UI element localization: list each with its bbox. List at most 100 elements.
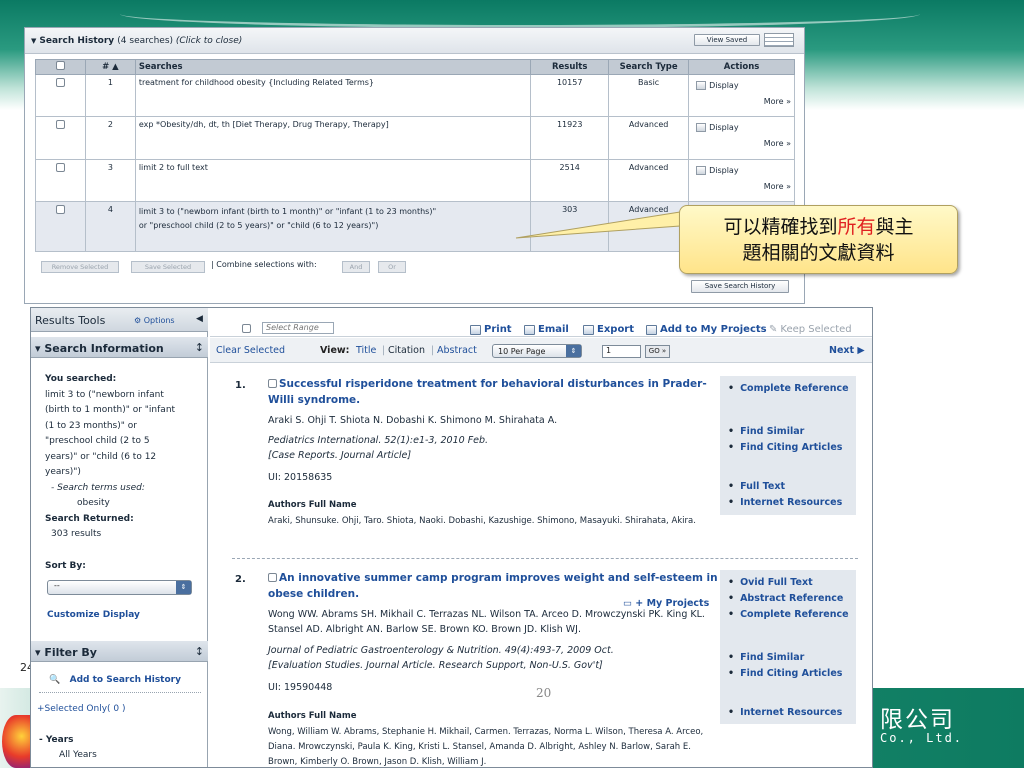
more-link[interactable]: More »: [692, 97, 791, 106]
email-button[interactable]: Email: [524, 324, 569, 335]
search-history-title[interactable]: ▼ Search History (4 searches) (Click to c…: [31, 36, 242, 46]
sort-by-label: Sort By:: [45, 561, 86, 571]
header-wave: [120, 0, 920, 28]
complete-reference-link[interactable]: Complete Reference: [728, 609, 849, 620]
row-query: exp *Obesity/dh, dt, th [Diet Therapy, D…: [134, 116, 532, 160]
find-similar-link[interactable]: Find Similar: [728, 652, 804, 663]
more-link[interactable]: More »: [692, 182, 791, 191]
returned-count: 303 results: [51, 529, 102, 539]
col-searches: Searches: [134, 59, 532, 75]
search-information-header[interactable]: ▾ Search Information ↕: [31, 337, 208, 358]
save-search-history-button[interactable]: Save Search History: [691, 280, 789, 293]
sort-by-select[interactable]: -- ⇕: [47, 580, 192, 595]
years-filter-header[interactable]: - Years: [39, 733, 74, 749]
results-tools-header: Results Tools ⚙ Options ◀: [31, 308, 208, 332]
select-range-input[interactable]: Select Range: [262, 322, 334, 334]
go-button[interactable]: GO »: [645, 345, 670, 358]
results-panel: Results Tools ⚙ Options ◀ ▾ Search Infor…: [30, 307, 873, 768]
result-checkbox[interactable]: [268, 379, 277, 388]
collapse-sidebar-icon[interactable]: ◀: [196, 314, 203, 324]
keep-icon: ✎: [769, 324, 778, 335]
display-action[interactable]: Display: [696, 166, 791, 175]
result-pubtype: [Case Reports. Journal Article]: [268, 450, 412, 461]
sort-arrows-icon[interactable]: ↕: [195, 341, 204, 354]
search-history-header[interactable]: ▼ Search History (4 searches) (Click to c…: [25, 28, 804, 54]
row-results: 2514: [530, 159, 610, 202]
callout-text-3: 題相關的文獻資料: [742, 242, 895, 264]
col-number[interactable]: # ▲: [84, 59, 136, 75]
result-links-panel: Complete Reference Find Similar Find Cit…: [720, 376, 856, 515]
filter-by-header[interactable]: ▾ Filter By ↕: [31, 641, 208, 662]
result-ui: UI: 20158635: [268, 472, 333, 483]
result-title-link[interactable]: Successful risperidone treatment for beh…: [268, 376, 728, 408]
you-searched-label: You searched:: [45, 374, 117, 384]
add-to-search-history-link[interactable]: 🔍 Add to Search History: [49, 675, 181, 685]
per-page-select[interactable]: 10 Per Page ⇕: [492, 344, 582, 358]
combine-label: | Combine selections with:: [211, 260, 317, 269]
display-icon: [696, 166, 707, 175]
internet-resources-link[interactable]: Internet Resources: [728, 497, 842, 508]
more-link[interactable]: More »: [692, 139, 791, 148]
row-checkbox[interactable]: [55, 163, 65, 172]
page-number: 20: [536, 686, 552, 700]
view-abstract-link[interactable]: Abstract: [437, 345, 477, 356]
row-results: 11923: [530, 116, 610, 160]
annotation-callout: 可以精確找到所有與主 題相關的文獻資料: [679, 205, 958, 274]
col-results: Results: [530, 59, 610, 75]
row-query: treatment for childhood obesity {Includi…: [134, 74, 532, 117]
view-title-link[interactable]: Title: [356, 345, 376, 356]
folder-icon: [646, 324, 657, 335]
magnifier-icon: 🔍: [49, 675, 61, 685]
ovid-full-text-link[interactable]: Ovid Full Text: [728, 577, 813, 588]
row-number: 3: [84, 159, 136, 202]
select-all-header[interactable]: [35, 59, 86, 75]
callout-text-2: 與主: [875, 216, 914, 238]
clear-selected-link[interactable]: Clear Selected: [216, 345, 285, 356]
row-checkbox[interactable]: [55, 205, 65, 214]
result-checkbox[interactable]: [268, 573, 277, 582]
select-all-checkbox[interactable]: [55, 61, 65, 70]
row-checkbox[interactable]: [55, 78, 65, 87]
remove-selected-button[interactable]: Remove Selected: [41, 261, 119, 273]
find-similar-link[interactable]: Find Similar: [728, 426, 804, 437]
abstract-reference-link[interactable]: Abstract Reference: [728, 593, 843, 604]
row-type: Basic: [608, 74, 690, 117]
view-saved-button[interactable]: View Saved: [694, 34, 760, 46]
sort-arrows-icon[interactable]: ↕: [195, 645, 204, 658]
select-arrows-icon: ⇕: [176, 581, 191, 594]
all-years-option[interactable]: All Years: [59, 748, 97, 764]
and-button[interactable]: And: [342, 261, 370, 273]
find-citing-articles-link[interactable]: Find Citing Articles: [728, 668, 842, 679]
display-action[interactable]: Display: [696, 81, 791, 90]
gear-icon: ⚙: [134, 316, 142, 325]
menu-lines-icon[interactable]: [764, 33, 794, 47]
display-action[interactable]: Display: [696, 123, 791, 132]
selected-only-toggle[interactable]: +Selected Only( 0 ): [37, 702, 126, 718]
customize-display-link[interactable]: Customize Display: [47, 610, 140, 620]
page-number-input[interactable]: 1: [602, 345, 641, 358]
terms-used-label: - Search terms used:: [51, 482, 145, 493]
authors-full-name-label: Authors Full Name: [268, 711, 357, 721]
row-number: 1: [84, 74, 136, 117]
keep-selected-button[interactable]: ✎ Keep Selected: [769, 324, 852, 335]
row-checkbox[interactable]: [55, 120, 65, 129]
collapse-triangle-icon[interactable]: ▼: [31, 37, 36, 45]
or-button[interactable]: Or: [378, 261, 406, 273]
select-range-checkbox[interactable]: [242, 324, 251, 333]
result-journal: Journal of Pediatric Gastroenterology & …: [268, 645, 614, 656]
find-citing-articles-link[interactable]: Find Citing Articles: [728, 442, 842, 453]
view-citation-link[interactable]: Citation: [388, 345, 425, 356]
complete-reference-link[interactable]: Complete Reference: [728, 383, 849, 394]
options-link[interactable]: ⚙ Options: [134, 316, 175, 325]
table-row: 1 treatment for childhood obesity {Inclu…: [35, 74, 795, 117]
print-button[interactable]: Print: [470, 324, 512, 335]
result-title-link[interactable]: An innovative summer camp program improv…: [268, 570, 728, 602]
searched-line: limit 3 to ("newborn infant: [45, 389, 164, 400]
full-text-link[interactable]: Full Text: [728, 481, 785, 492]
internet-resources-link[interactable]: Internet Resources: [728, 707, 842, 718]
add-to-my-projects-button[interactable]: Add to My Projects: [646, 324, 767, 335]
click-to-close[interactable]: (Click to close): [176, 36, 242, 46]
next-page-link[interactable]: Next ▶: [829, 345, 865, 356]
save-selected-button[interactable]: Save Selected: [131, 261, 205, 273]
export-button[interactable]: Export: [583, 324, 634, 335]
